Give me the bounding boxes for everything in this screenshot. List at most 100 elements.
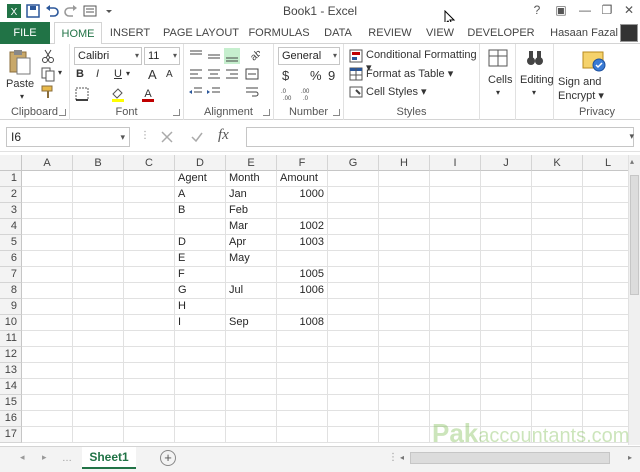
cell-i8[interactable]: [430, 283, 481, 299]
bold-button[interactable]: B: [76, 68, 84, 80]
cell-c5[interactable]: [124, 235, 175, 251]
cell-g9[interactable]: [328, 299, 379, 315]
cell-d2[interactable]: A: [175, 187, 226, 203]
cell-g8[interactable]: [328, 283, 379, 299]
cell-d12[interactable]: [175, 347, 226, 363]
cell-d17[interactable]: [175, 427, 226, 443]
cell-d15[interactable]: [175, 395, 226, 411]
cell-i5[interactable]: [430, 235, 481, 251]
cell-k7[interactable]: [532, 267, 583, 283]
cell-e17[interactable]: [226, 427, 277, 443]
clipboard-launcher-icon[interactable]: [59, 109, 66, 116]
cell-a12[interactable]: [22, 347, 73, 363]
row-header-2[interactable]: 2: [0, 187, 22, 203]
borders-icon[interactable]: [74, 86, 90, 102]
cell-g5[interactable]: [328, 235, 379, 251]
row-header-14[interactable]: 14: [0, 379, 22, 395]
cell-k14[interactable]: [532, 379, 583, 395]
copy-dropdown[interactable]: ▾: [58, 68, 62, 77]
cell-l12[interactable]: [583, 347, 628, 363]
cell-a7[interactable]: [22, 267, 73, 283]
cell-j15[interactable]: [481, 395, 532, 411]
cell-d3[interactable]: B: [175, 203, 226, 219]
cell-e10[interactable]: Sep: [226, 315, 277, 331]
cell-k2[interactable]: [532, 187, 583, 203]
increase-indent-icon[interactable]: [206, 84, 222, 100]
cell-g6[interactable]: [328, 251, 379, 267]
cell-c10[interactable]: [124, 315, 175, 331]
merge-center-icon[interactable]: [244, 66, 260, 82]
cell-i10[interactable]: [430, 315, 481, 331]
cell-d8[interactable]: G: [175, 283, 226, 299]
cell-l4[interactable]: [583, 219, 628, 235]
row-header-17[interactable]: 17: [0, 427, 22, 443]
select-all-corner[interactable]: [0, 155, 22, 171]
percent-button[interactable]: %: [310, 68, 322, 83]
user-name[interactable]: Hasaan Fazal: [550, 22, 618, 44]
column-header-f[interactable]: F: [277, 155, 328, 171]
help-button[interactable]: ?: [528, 3, 546, 17]
cell-i1[interactable]: [430, 171, 481, 187]
cell-k5[interactable]: [532, 235, 583, 251]
row-header-6[interactable]: 6: [0, 251, 22, 267]
cell-f4[interactable]: 1002: [277, 219, 328, 235]
cell-k10[interactable]: [532, 315, 583, 331]
cut-icon[interactable]: [40, 48, 56, 64]
row-header-10[interactable]: 10: [0, 315, 22, 331]
cell-g1[interactable]: [328, 171, 379, 187]
cell-h16[interactable]: [379, 411, 430, 427]
cell-b3[interactable]: [73, 203, 124, 219]
cell-j3[interactable]: [481, 203, 532, 219]
cell-l8[interactable]: [583, 283, 628, 299]
cell-e4[interactable]: Mar: [226, 219, 277, 235]
cell-c14[interactable]: [124, 379, 175, 395]
cell-d7[interactable]: F: [175, 267, 226, 283]
cell-c16[interactable]: [124, 411, 175, 427]
cell-l6[interactable]: [583, 251, 628, 267]
cell-d9[interactable]: H: [175, 299, 226, 315]
cell-g17[interactable]: [328, 427, 379, 443]
align-right-icon[interactable]: [224, 66, 240, 82]
cell-c13[interactable]: [124, 363, 175, 379]
cell-c3[interactable]: [124, 203, 175, 219]
cell-f8[interactable]: 1006: [277, 283, 328, 299]
cell-f13[interactable]: [277, 363, 328, 379]
cell-e1[interactable]: Month: [226, 171, 277, 187]
worksheet-grid[interactable]: A B C D E F G H I J K L 1 Agent Month Amount 2 A Jan 1000 3 B…: [0, 155, 628, 445]
font-name-select[interactable]: Calibri ▾: [74, 47, 142, 65]
paste-dropdown[interactable]: ▾: [20, 92, 24, 101]
copy-icon[interactable]: [40, 66, 56, 82]
cell-j7[interactable]: [481, 267, 532, 283]
cell-f12[interactable]: [277, 347, 328, 363]
format-painter-icon[interactable]: [40, 84, 56, 100]
sign-and-label[interactable]: Sign and: [558, 76, 601, 88]
cell-j5[interactable]: [481, 235, 532, 251]
row-header-8[interactable]: 8: [0, 283, 22, 299]
sheet-tab-sheet1[interactable]: Sheet1: [82, 447, 136, 469]
cell-g7[interactable]: [328, 267, 379, 283]
row-header-16[interactable]: 16: [0, 411, 22, 427]
cell-a2[interactable]: [22, 187, 73, 203]
cell-l3[interactable]: [583, 203, 628, 219]
vertical-scroll-thumb[interactable]: [630, 175, 639, 295]
more-sheets-icon[interactable]: …: [62, 453, 72, 464]
cell-d13[interactable]: [175, 363, 226, 379]
cell-c11[interactable]: [124, 331, 175, 347]
cell-h17[interactable]: [379, 427, 430, 443]
binoculars-icon[interactable]: [525, 48, 545, 68]
column-header-h[interactable]: H: [379, 155, 430, 171]
cell-l11[interactable]: [583, 331, 628, 347]
horizontal-scroll-thumb[interactable]: [410, 452, 610, 464]
enter-icon[interactable]: [190, 130, 204, 144]
cell-e16[interactable]: [226, 411, 277, 427]
cell-k13[interactable]: [532, 363, 583, 379]
cell-d16[interactable]: [175, 411, 226, 427]
column-header-i[interactable]: I: [430, 155, 481, 171]
italic-button[interactable]: I: [96, 68, 99, 80]
cell-k11[interactable]: [532, 331, 583, 347]
cell-j9[interactable]: [481, 299, 532, 315]
cell-g16[interactable]: [328, 411, 379, 427]
cell-g15[interactable]: [328, 395, 379, 411]
align-bottom-icon[interactable]: [224, 48, 240, 64]
font-color-icon[interactable]: A: [140, 86, 156, 102]
